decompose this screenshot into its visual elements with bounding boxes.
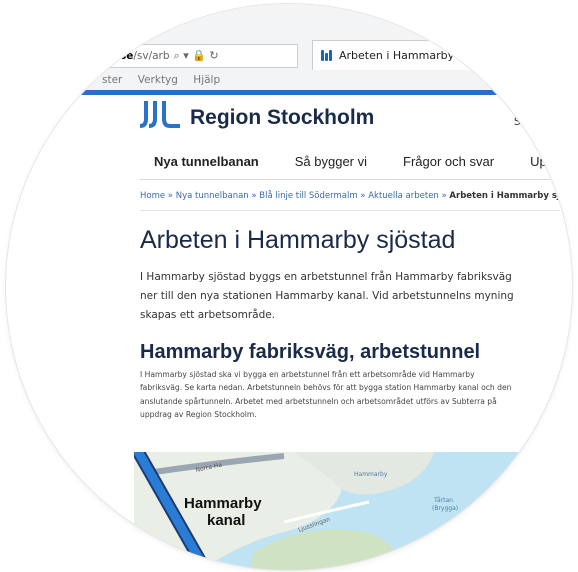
map-label-kanal: kanal [207,512,245,529]
map-road-label-2: Hammarby [354,471,388,478]
language-link[interactable]: Svens [514,116,545,128]
menu-item-help[interactable]: Hjälp [193,74,220,86]
nav-item-nya-tunnelbanan[interactable]: Nya tunnelbanan [154,154,259,169]
nav-item-sa-bygger-vi[interactable]: Så bygger vi [295,154,367,169]
lead-paragraph: I Hammarby sjöstad byggs en arbetstunnel… [140,271,514,321]
breadcrumb-current: Arbeten i Hammarby sjö [449,191,566,201]
breadcrumb-divider [140,210,560,211]
map-label-hammarby: Hammarby [184,495,262,512]
browser-chrome: anan. sll.se/sv/arb ⌕ ▾ 🔒 ↻ Arbeten i Ham… [6,4,572,90]
main-nav: Nya tunnelbanan Så bygger vi Frågor och … [154,154,572,169]
browser-tab[interactable]: Arbeten i Hammarby s [312,40,512,70]
menu-item-favorites[interactable]: ster [102,74,122,86]
address-icons[interactable]: ⌕ ▾ 🔒 ↻ [174,49,219,63]
construction-map[interactable]: Hammarby kanal Norra Ha Hammarby Tårtan … [134,452,572,570]
region-stockholm-logo-icon [140,101,180,128]
breadcrumb-links[interactable]: Home » Nya tunnelbanan » Blå linje till … [140,191,449,201]
menu-item-tools[interactable]: Verktyg [138,74,178,86]
menu-bar: ster Verktyg Hjälp [102,74,232,86]
address-prefix: anan. [73,50,103,62]
nav-divider [140,179,560,180]
section-heading: Hammarby fabriksväg, arbetstunnel [140,341,481,363]
logo-text: Region Stockholm [190,106,375,129]
nav-item-upphandling[interactable]: Upphandl [530,154,572,169]
nav-item-fragor-och-svar[interactable]: Frågor och svar [403,154,494,169]
magnifier-lens: anan. sll.se/sv/arb ⌕ ▾ 🔒 ↻ Arbeten i Ham… [6,4,572,570]
browser-accent-bar [6,90,572,95]
address-bar[interactable]: anan. sll.se/sv/arb ⌕ ▾ 🔒 ↻ [66,44,298,68]
address-path: /sv/arb [133,50,170,62]
site-favicon-icon [321,50,333,61]
map-park-label: Tårtan [433,497,453,504]
body-paragraph: I Hammarby sjöstad ska vi bygga en arbet… [140,370,512,420]
map-park-label-2: (Brygga) [432,505,458,512]
page-title: Arbeten i Hammarby sjöstad [140,226,456,254]
tab-title: Arbeten i Hammarby s [339,49,464,62]
address-host: sll.se [102,50,134,62]
site-logo[interactable]: Region Stockholm [140,98,374,130]
breadcrumb: Home » Nya tunnelbanan » Blå linje till … [140,191,566,201]
